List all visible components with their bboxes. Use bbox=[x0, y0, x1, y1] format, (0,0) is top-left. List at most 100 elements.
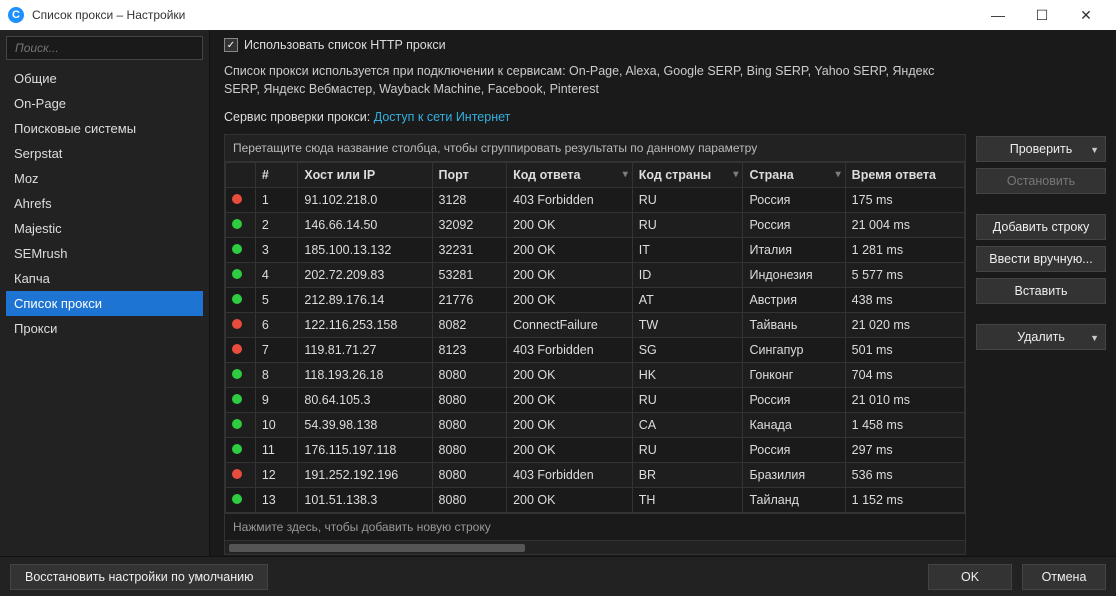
cell-num: 12 bbox=[255, 463, 298, 488]
cell-rt: 1 458 ms bbox=[845, 413, 964, 438]
sidebar-item-общие[interactable]: Общие bbox=[6, 66, 203, 91]
cell-cn: Тайвань bbox=[743, 313, 845, 338]
cell-code: 200 OK bbox=[507, 263, 633, 288]
cell-cc: RU bbox=[632, 388, 743, 413]
status-dot-icon bbox=[232, 294, 242, 304]
col-cc[interactable]: Код страны▾ bbox=[632, 163, 743, 188]
cell-host: 176.115.197.118 bbox=[298, 438, 432, 463]
cell-num: 7 bbox=[255, 338, 298, 363]
table-row[interactable]: 980.64.105.38080200 OKRUРоссия21 010 ms bbox=[226, 388, 965, 413]
col-rt[interactable]: Время ответа bbox=[845, 163, 964, 188]
horizontal-scrollbar[interactable] bbox=[225, 540, 965, 554]
status-dot-icon bbox=[232, 319, 242, 329]
title-bar: C Список прокси – Настройки — ☐ ✕ bbox=[0, 0, 1116, 30]
status-cell bbox=[226, 263, 256, 288]
cell-code: 200 OK bbox=[507, 438, 633, 463]
use-proxy-checkbox[interactable]: ✓ bbox=[224, 38, 238, 52]
cell-num: 2 bbox=[255, 213, 298, 238]
cell-port: 8082 bbox=[432, 313, 507, 338]
sidebar-item-капча[interactable]: Капча bbox=[6, 266, 203, 291]
cell-rt: 21 020 ms bbox=[845, 313, 964, 338]
sidebar-item-ahrefs[interactable]: Ahrefs bbox=[6, 191, 203, 216]
col-port[interactable]: Порт bbox=[432, 163, 507, 188]
status-dot-icon bbox=[232, 269, 242, 279]
col-status[interactable] bbox=[226, 163, 256, 188]
scrollbar-thumb[interactable] bbox=[229, 544, 525, 552]
add-row-hint[interactable]: Нажмите здесь, чтобы добавить новую стро… bbox=[225, 513, 965, 540]
status-dot-icon bbox=[232, 244, 242, 254]
status-cell bbox=[226, 238, 256, 263]
cell-host: 54.39.98.138 bbox=[298, 413, 432, 438]
col-host[interactable]: Хост или IP bbox=[298, 163, 432, 188]
col-code[interactable]: Код ответа▾ bbox=[507, 163, 633, 188]
table-row[interactable]: 8118.193.26.188080200 OKHKГонконг704 ms bbox=[226, 363, 965, 388]
add-row-button[interactable]: Добавить строку bbox=[976, 214, 1106, 240]
sidebar-item-majestic[interactable]: Majestic bbox=[6, 216, 203, 241]
use-proxy-label: Использовать список HTTP прокси bbox=[244, 38, 446, 52]
status-cell bbox=[226, 313, 256, 338]
stop-button[interactable]: Остановить bbox=[976, 168, 1106, 194]
cell-host: 101.51.138.3 bbox=[298, 488, 432, 513]
cell-port: 53281 bbox=[432, 263, 507, 288]
table-row[interactable]: 6122.116.253.1588082ConnectFailureTWТайв… bbox=[226, 313, 965, 338]
table-row[interactable]: 11176.115.197.1188080200 OKRUРоссия297 m… bbox=[226, 438, 965, 463]
col-num[interactable]: # bbox=[255, 163, 298, 188]
delete-button[interactable]: Удалить▼ bbox=[976, 324, 1106, 350]
status-cell bbox=[226, 388, 256, 413]
table-row[interactable]: 3185.100.13.13232231200 OKITИталия1 281 … bbox=[226, 238, 965, 263]
table-row[interactable]: 1054.39.98.1388080200 OKCAКанада1 458 ms bbox=[226, 413, 965, 438]
filter-icon[interactable]: ▾ bbox=[836, 169, 841, 180]
sidebar-item-список-прокси[interactable]: Список прокси bbox=[6, 291, 203, 316]
group-hint[interactable]: Перетащите сюда название столбца, чтобы … bbox=[225, 135, 965, 162]
cell-cn: Австрия bbox=[743, 288, 845, 313]
cell-cn: Россия bbox=[743, 388, 845, 413]
col-cn[interactable]: Страна▾ bbox=[743, 163, 845, 188]
sidebar-item-on-page[interactable]: On-Page bbox=[6, 91, 203, 116]
status-cell bbox=[226, 188, 256, 213]
table-row[interactable]: 191.102.218.03128403 ForbiddenRUРоссия17… bbox=[226, 188, 965, 213]
sidebar-item-прокси[interactable]: Прокси bbox=[6, 316, 203, 341]
cell-host: 80.64.105.3 bbox=[298, 388, 432, 413]
table-row[interactable]: 4202.72.209.8353281200 OKIDИндонезия5 57… bbox=[226, 263, 965, 288]
cell-cc: TW bbox=[632, 313, 743, 338]
table-row[interactable]: 12191.252.192.1968080403 ForbiddenBRБраз… bbox=[226, 463, 965, 488]
cell-host: 91.102.218.0 bbox=[298, 188, 432, 213]
cell-cc: IT bbox=[632, 238, 743, 263]
filter-icon[interactable]: ▾ bbox=[623, 169, 628, 180]
cell-cn: Индонезия bbox=[743, 263, 845, 288]
cell-num: 13 bbox=[255, 488, 298, 513]
cell-code: 200 OK bbox=[507, 413, 633, 438]
cell-port: 8080 bbox=[432, 388, 507, 413]
cell-num: 3 bbox=[255, 238, 298, 263]
paste-button[interactable]: Вставить bbox=[976, 278, 1106, 304]
filter-icon[interactable]: ▾ bbox=[733, 169, 738, 180]
sidebar-item-semrush[interactable]: SEMrush bbox=[6, 241, 203, 266]
sidebar-item-moz[interactable]: Moz bbox=[6, 166, 203, 191]
table-row[interactable]: 7119.81.71.278123403 ForbiddenSGСингапур… bbox=[226, 338, 965, 363]
cell-code: 403 Forbidden bbox=[507, 338, 633, 363]
table-header-row: # Хост или IP Порт Код ответа▾ Код стран… bbox=[226, 163, 965, 188]
cell-cn: Россия bbox=[743, 438, 845, 463]
sidebar-item-поисковые-системы[interactable]: Поисковые системы bbox=[6, 116, 203, 141]
close-button[interactable]: ✕ bbox=[1064, 0, 1108, 30]
check-button[interactable]: Проверить▼ bbox=[976, 136, 1106, 162]
status-dot-icon bbox=[232, 194, 242, 204]
maximize-button[interactable]: ☐ bbox=[1020, 0, 1064, 30]
table-row[interactable]: 5212.89.176.1421776200 OKATАвстрия438 ms bbox=[226, 288, 965, 313]
cell-host: 118.193.26.18 bbox=[298, 363, 432, 388]
status-dot-icon bbox=[232, 219, 242, 229]
cell-rt: 175 ms bbox=[845, 188, 964, 213]
table-row[interactable]: 2146.66.14.5032092200 OKRUРоссия21 004 m… bbox=[226, 213, 965, 238]
cell-rt: 21 004 ms bbox=[845, 213, 964, 238]
ok-button[interactable]: OK bbox=[928, 564, 1012, 590]
search-input[interactable] bbox=[6, 36, 203, 60]
minimize-button[interactable]: — bbox=[976, 0, 1020, 30]
restore-defaults-button[interactable]: Восстановить настройки по умолчанию bbox=[10, 564, 268, 590]
service-link[interactable]: Доступ к сети Интернет bbox=[374, 110, 511, 124]
cell-code: 403 Forbidden bbox=[507, 463, 633, 488]
sidebar-item-serpstat[interactable]: Serpstat bbox=[6, 141, 203, 166]
table-row[interactable]: 13101.51.138.38080200 OKTHТайланд1 152 m… bbox=[226, 488, 965, 513]
cancel-button[interactable]: Отмена bbox=[1022, 564, 1106, 590]
manual-input-button[interactable]: Ввести вручную... bbox=[976, 246, 1106, 272]
cell-port: 21776 bbox=[432, 288, 507, 313]
